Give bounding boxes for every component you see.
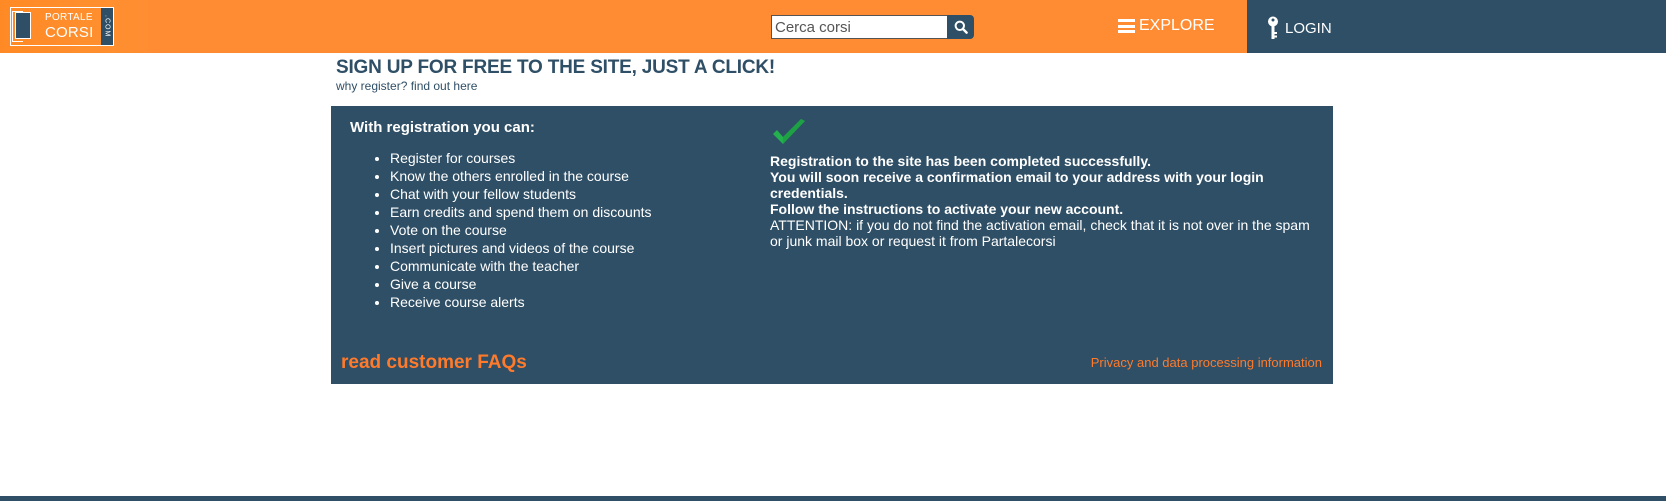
list-item: Know the others enrolled in the course [390, 167, 652, 185]
checkmark-icon [773, 119, 805, 144]
customer-faq-link[interactable]: read customer FAQs [341, 352, 527, 374]
logo-area: PORTALE CORSI .COM [0, 0, 158, 53]
search-icon [954, 20, 968, 34]
page-title: SIGN UP FOR FREE TO THE SITE, JUST A CLI… [336, 57, 775, 78]
registration-panel: With registration you can: Register for … [331, 106, 1333, 384]
list-item: Give a course [390, 275, 652, 293]
site-logo[interactable]: PORTALE CORSI .COM [10, 7, 114, 46]
list-item: Chat with your fellow students [390, 185, 652, 203]
search-button[interactable] [947, 15, 974, 39]
list-item: Communicate with the teacher [390, 257, 652, 275]
login-button[interactable]: LOGIN [1267, 16, 1332, 40]
list-item: Vote on the course [390, 221, 652, 239]
footer-bar [0, 496, 1666, 501]
why-register-link[interactable]: why register? find out here [336, 79, 477, 93]
list-item: Insert pictures and videos of the course [390, 239, 652, 257]
privacy-link[interactable]: Privacy and data processing information [1091, 355, 1322, 370]
success-line-3: Follow the instructions to activate your… [770, 201, 1124, 217]
success-line-1: Registration to the site has been comple… [770, 153, 1151, 169]
logo-line2: CORSI [45, 24, 94, 41]
explore-menu-button[interactable]: EXPLORE [1118, 17, 1215, 35]
login-area: LOGIN [1247, 0, 1666, 53]
list-item: Register for courses [390, 149, 652, 167]
top-navigation-bar: PORTALE CORSI .COM EXPLORE [0, 0, 1666, 53]
search-input[interactable] [771, 15, 947, 39]
menu-icon [1118, 19, 1135, 33]
list-item: Earn credits and spend them on discounts [390, 203, 652, 221]
benefits-list: Register for courses Know the others enr… [390, 149, 652, 311]
success-line-2: You will soon receive a confirmation ema… [770, 169, 1264, 201]
logo-door-icon [11, 8, 35, 44]
explore-label: EXPLORE [1139, 17, 1215, 34]
list-item: Receive course alerts [390, 293, 652, 311]
attention-note: ATTENTION: if you do not find the activa… [770, 217, 1310, 249]
login-label: LOGIN [1285, 19, 1332, 37]
logo-suffix: .COM [101, 8, 113, 45]
success-message: Registration to the site has been comple… [770, 153, 1310, 249]
benefits-heading: With registration you can: [350, 119, 535, 136]
logo-line1: PORTALE [45, 12, 93, 23]
search-bar [771, 15, 974, 39]
key-icon [1268, 16, 1278, 39]
